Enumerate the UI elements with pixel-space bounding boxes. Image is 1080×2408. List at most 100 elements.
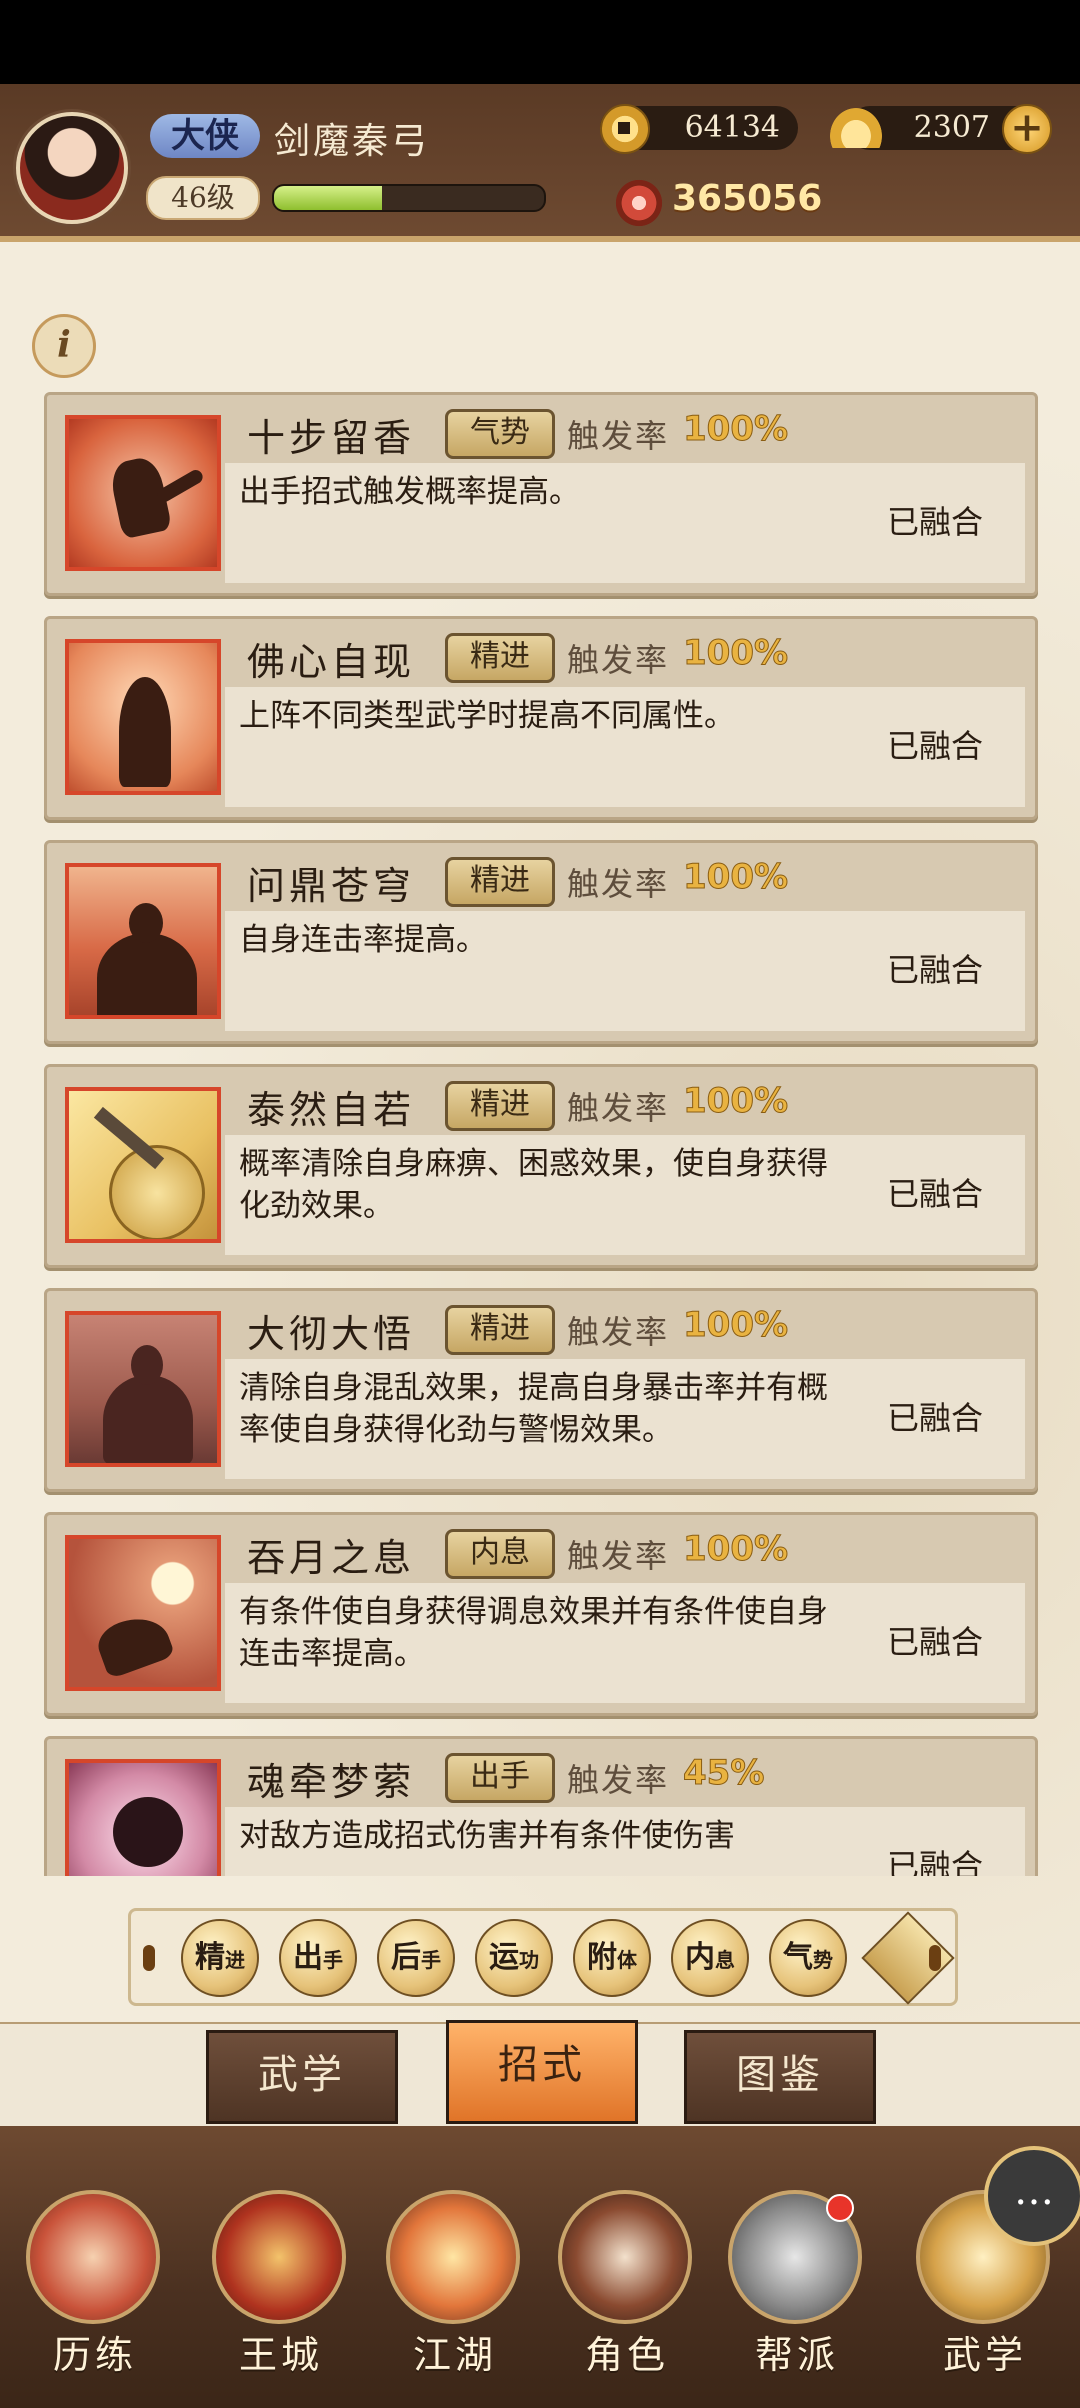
copper-coin-icon xyxy=(600,104,650,154)
filter-fuiti-button[interactable]: 附体 xyxy=(573,1919,651,1997)
trigger-rate-label: 触发率 xyxy=(567,641,670,679)
skill-name: 吞月之息 xyxy=(247,1536,416,1580)
skill-name: 十步留香 xyxy=(247,416,416,460)
character-icon xyxy=(558,2190,692,2324)
trigger-rate-label: 触发率 xyxy=(567,417,670,455)
scroll-knob-right xyxy=(929,1945,941,1971)
nav-juese[interactable]: 角色 xyxy=(552,2190,702,2377)
trigger-rate-label: 触发率 xyxy=(567,1537,670,1575)
nav-label: 角色 xyxy=(584,2333,669,2377)
filter-qishi-button[interactable]: 气势 xyxy=(769,1919,847,1997)
filter-houshou-button[interactable]: 后手 xyxy=(377,1919,455,1997)
skill-type-tag: 内息 xyxy=(445,1529,555,1579)
nav-label: 江湖 xyxy=(412,2333,497,2377)
skill-description: 自身连击率提高。 xyxy=(239,922,487,958)
tab-wuxue[interactable]: 武学 xyxy=(206,2030,398,2124)
fusion-status: 已融合 xyxy=(887,1847,984,1876)
lilian-icon xyxy=(26,2190,160,2324)
xp-bar xyxy=(272,184,546,212)
skill-type-tag: 精进 xyxy=(445,633,555,683)
trigger-rate-label: 触发率 xyxy=(567,1313,670,1351)
skill-description: 清除自身混乱效果，提高自身暴击率并有概率使自身获得化劲与警惕效果。 xyxy=(239,1370,828,1448)
combat-power-icon xyxy=(612,176,666,230)
nav-jianghu[interactable]: 江湖 xyxy=(380,2190,530,2377)
nav-wangcheng[interactable]: 王城 xyxy=(206,2190,356,2377)
trigger-rate-value: 100% xyxy=(682,1529,789,1570)
player-name: 剑魔秦弓 xyxy=(274,121,431,162)
nav-lilian[interactable]: 历练 xyxy=(20,2190,170,2377)
coin-value: 64134 xyxy=(684,110,780,145)
tab-tujian[interactable]: 图鉴 xyxy=(684,2030,876,2124)
skill-icon xyxy=(65,863,221,1019)
skill-description: 对敌方造成招式伤害并有条件使伤害 xyxy=(239,1818,735,1854)
skill-card[interactable]: 问鼎苍穹 精进 触发率 100% 自身连击率提高。 已融合 xyxy=(44,840,1038,1044)
skill-description: 概率清除自身麻痹、困惑效果，使自身获得化劲效果。 xyxy=(239,1146,828,1224)
trigger-rate-label: 触发率 xyxy=(567,1089,670,1127)
skill-icon xyxy=(65,1311,221,1467)
skill-description: 有条件使自身获得调息效果并有条件使自身连击率提高。 xyxy=(239,1594,828,1672)
skill-icon xyxy=(65,1087,221,1243)
trigger-rate-value: 100% xyxy=(682,857,789,898)
skill-type-tag: 气势 xyxy=(445,409,555,459)
filter-neixi-button[interactable]: 内息 xyxy=(671,1919,749,1997)
nav-bangpai[interactable]: 帮派 xyxy=(722,2190,872,2377)
skill-card[interactable]: 泰然自若 精进 触发率 100% 概率清除自身麻痹、困惑效果，使自身获得化劲效果… xyxy=(44,1064,1038,1268)
skill-type-tag: 出手 xyxy=(445,1753,555,1803)
skill-card[interactable]: 吞月之息 内息 触发率 100% 有条件使自身获得调息效果并有条件使自身连击率提… xyxy=(44,1512,1038,1716)
skill-list[interactable]: 十步留香 气势 触发率 100% 出手招式触发概率提高。 已融合 佛心自现 精进… xyxy=(40,390,1040,1876)
combat-power-value: 365056 xyxy=(672,178,823,219)
filter-yungong-button[interactable]: 运功 xyxy=(475,1919,553,1997)
sword-icon xyxy=(386,2190,520,2324)
skill-type-tag: 精进 xyxy=(445,857,555,907)
filter-jingjin-button[interactable]: 精进 xyxy=(181,1919,259,1997)
trigger-rate-value: 100% xyxy=(682,1305,789,1346)
fusion-status: 已融合 xyxy=(887,1623,984,1661)
notification-dot xyxy=(826,2194,854,2222)
fusion-status: 已融合 xyxy=(887,1175,984,1213)
fusion-status: 已融合 xyxy=(887,1399,984,1437)
palace-icon xyxy=(212,2190,346,2324)
nav-label: 帮派 xyxy=(754,2333,839,2377)
skill-name: 魂牵梦萦 xyxy=(247,1760,416,1804)
add-currency-button[interactable]: + xyxy=(1002,104,1052,154)
gold-ingot-icon xyxy=(830,108,882,148)
trigger-rate-value: 45% xyxy=(682,1753,765,1794)
skill-icon xyxy=(65,415,221,571)
tab-zhaoshi[interactable]: 招式 xyxy=(446,2020,638,2124)
filter-chushou-button[interactable]: 出手 xyxy=(279,1919,357,1997)
skill-icon xyxy=(65,1759,221,1876)
skill-name: 大彻大悟 xyxy=(247,1312,416,1356)
fusion-status: 已融合 xyxy=(887,503,984,541)
skill-name: 佛心自现 xyxy=(247,640,416,684)
skill-type-tag: 精进 xyxy=(445,1081,555,1131)
nav-label: 武学 xyxy=(942,2333,1027,2377)
player-level: 46级 xyxy=(146,176,260,220)
skill-icon xyxy=(65,639,221,795)
nav-label: 王城 xyxy=(238,2333,323,2377)
trigger-rate-value: 100% xyxy=(682,1081,789,1122)
trigger-rate-value: 100% xyxy=(682,409,789,450)
skill-icon xyxy=(65,1535,221,1691)
fusion-status: 已融合 xyxy=(887,727,984,765)
skill-card[interactable]: 大彻大悟 精进 触发率 100% 清除自身混乱效果，提高自身暴击率并有概率使自身… xyxy=(44,1288,1038,1492)
system-status-bar xyxy=(0,0,1080,84)
player-title-badge: 大侠 xyxy=(150,114,260,158)
xp-bar-fill xyxy=(274,186,382,210)
chat-bubble-button[interactable]: … xyxy=(984,2146,1080,2246)
trigger-rate-label: 触发率 xyxy=(567,865,670,903)
trigger-rate-label: 触发率 xyxy=(567,1761,670,1799)
skill-description: 出手招式触发概率提高。 xyxy=(239,474,580,510)
skill-card[interactable]: 十步留香 气势 触发率 100% 出手招式触发概率提高。 已融合 xyxy=(44,392,1038,596)
skill-description: 上阵不同类型武学时提高不同属性。 xyxy=(239,698,735,734)
scroll-knob-left xyxy=(143,1945,155,1971)
skill-type-filter-bar: 精进 出手 后手 运功 附体 内息 气势 xyxy=(128,1908,958,2006)
skill-type-tag: 精进 xyxy=(445,1305,555,1355)
skill-card[interactable]: 魂牵梦萦 出手 触发率 45% 对敌方造成招式伤害并有条件使伤害 已融合 xyxy=(44,1736,1038,1876)
skill-name: 问鼎苍穹 xyxy=(247,864,416,908)
nav-label: 历练 xyxy=(52,2333,137,2377)
player-avatar[interactable] xyxy=(16,112,128,224)
info-button[interactable]: i xyxy=(32,314,96,378)
fusion-status: 已融合 xyxy=(887,951,984,989)
skill-card[interactable]: 佛心自现 精进 触发率 100% 上阵不同类型武学时提高不同属性。 已融合 xyxy=(44,616,1038,820)
ingot-value: 2307 xyxy=(913,110,990,145)
